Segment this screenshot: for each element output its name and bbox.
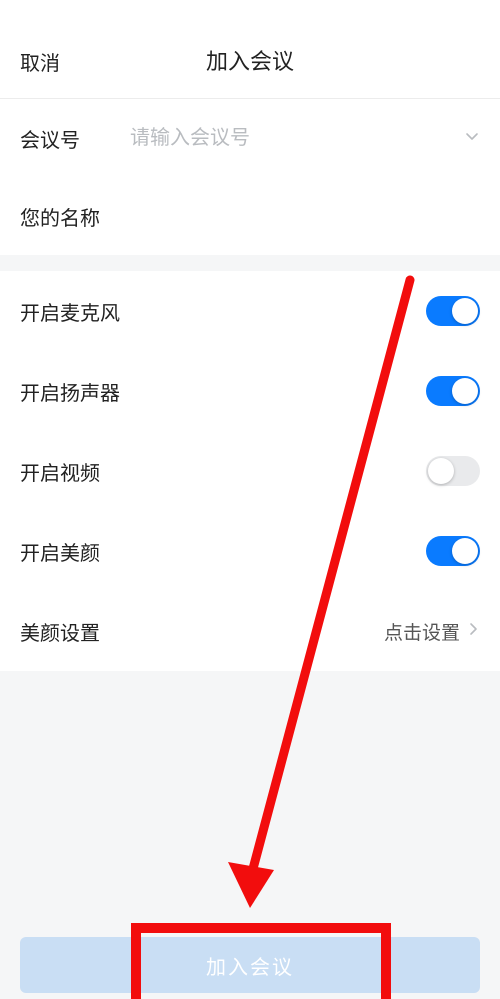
meeting-id-row: 会议号	[0, 99, 500, 177]
mic-toggle[interactable]	[426, 296, 480, 326]
speaker-label: 开启扬声器	[20, 377, 120, 406]
name-row: 您的名称	[0, 177, 500, 255]
beauty-settings-row[interactable]: 美颜设置 点击设置	[0, 591, 500, 671]
meeting-id-label: 会议号	[20, 124, 130, 153]
beauty-toggle[interactable]	[426, 536, 480, 566]
page-title: 加入会议	[0, 44, 500, 76]
name-label: 您的名称	[20, 202, 130, 231]
meeting-id-input[interactable]	[130, 127, 464, 150]
beauty-row: 开启美颜	[0, 511, 500, 591]
video-label: 开启视频	[20, 457, 100, 486]
beauty-label: 开启美颜	[20, 537, 100, 566]
speaker-toggle[interactable]	[426, 376, 480, 406]
settings-list: 开启麦克风 开启扬声器 开启视频 开启美颜 美颜设置 点击设置	[0, 271, 500, 671]
beauty-settings-action: 点击设置	[384, 618, 460, 645]
cancel-button[interactable]: 取消	[20, 47, 60, 76]
speaker-row: 开启扬声器	[0, 351, 500, 431]
chevron-right-icon	[466, 622, 480, 641]
video-row: 开启视频	[0, 431, 500, 511]
beauty-settings-label: 美颜设置	[20, 617, 100, 646]
mic-row: 开启麦克风	[0, 271, 500, 351]
join-meeting-button[interactable]: 加入会议	[20, 937, 480, 993]
mic-label: 开启麦克风	[20, 297, 120, 326]
chevron-down-icon[interactable]	[464, 128, 480, 149]
meeting-form: 会议号 您的名称	[0, 99, 500, 255]
section-gap	[0, 255, 500, 271]
video-toggle[interactable]	[426, 456, 480, 486]
